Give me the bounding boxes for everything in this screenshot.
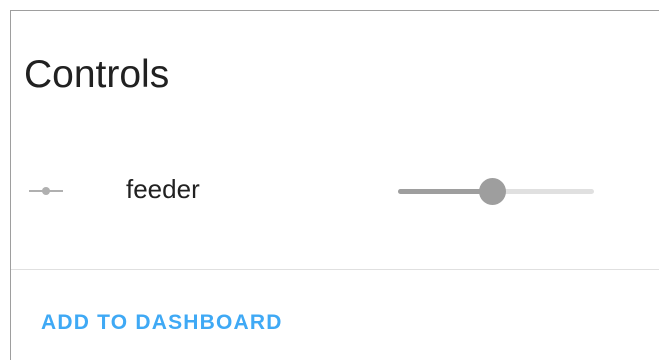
- add-to-dashboard-button[interactable]: ADD TO DASHBOARD: [41, 311, 283, 335]
- controls-card: Controls feeder ADD TO DASHBOARD: [10, 10, 659, 360]
- divider: [11, 269, 659, 270]
- card-title: Controls: [24, 53, 170, 96]
- control-row-feeder: feeder: [11, 161, 659, 221]
- control-label: feeder: [126, 174, 200, 204]
- feeder-slider[interactable]: [396, 177, 596, 205]
- slider-thumb[interactable]: [479, 178, 507, 205]
- slider-icon: [27, 181, 65, 201]
- slider-fill: [398, 189, 493, 194]
